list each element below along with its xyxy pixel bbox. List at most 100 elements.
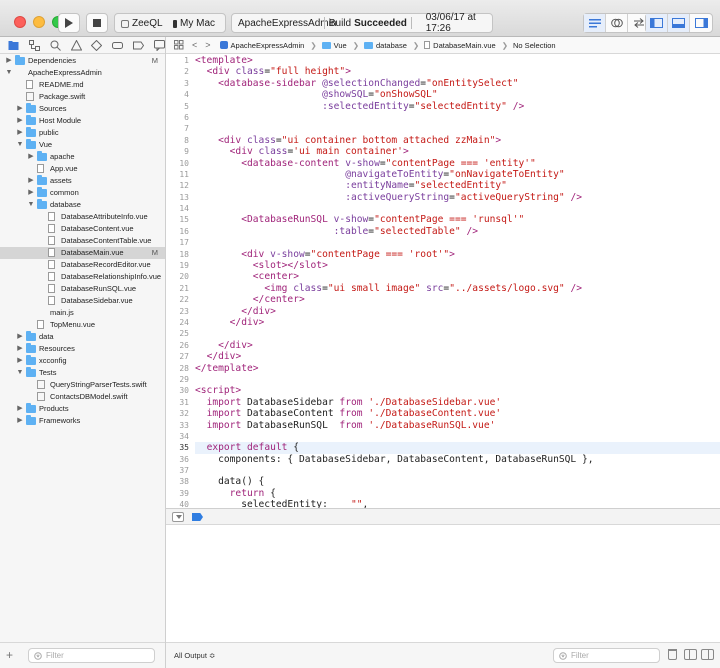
disclosure-closed-icon[interactable]: ▶ xyxy=(5,55,13,67)
tree-item[interactable]: ▶ assets xyxy=(0,175,165,187)
tree-item[interactable]: ▶ data xyxy=(0,331,165,343)
code-line[interactable]: 14 xyxy=(179,203,720,214)
code-line[interactable]: 21 <img class="ui small image" src="../a… xyxy=(179,283,720,294)
toggle-navigator-button[interactable] xyxy=(646,14,668,32)
back-arrow-icon[interactable]: < xyxy=(192,40,197,50)
code-line[interactable]: 38 data() { xyxy=(179,476,720,487)
tab-test-navigator[interactable] xyxy=(91,39,103,51)
tree-item[interactable]: Package.swift xyxy=(0,91,165,103)
tree-item[interactable]: DatabaseRecordEditor.vue xyxy=(0,259,165,271)
disclosure-closed-icon[interactable]: ▶ xyxy=(16,355,24,367)
code-line[interactable]: 35 export default { xyxy=(179,442,720,454)
source-editor[interactable]: 1 <template> 2 <div class="full height"> 3 … xyxy=(166,55,720,508)
hide-debug-area-button[interactable] xyxy=(172,512,184,522)
code-line[interactable]: 24 </div> xyxy=(179,317,720,328)
console-output[interactable] xyxy=(166,525,720,642)
code-line[interactable]: 12 :entityName="selectedEntity" xyxy=(179,180,720,191)
tab-issue-navigator[interactable] xyxy=(70,39,82,51)
disclosure-open-icon[interactable]: ▼ xyxy=(16,139,24,151)
tab-report-navigator[interactable] xyxy=(153,39,165,51)
code-line[interactable]: 18 <div v-show="contentPage === 'root'"> xyxy=(179,249,720,260)
code-line[interactable]: 39 return { xyxy=(179,488,720,499)
disclosure-open-icon[interactable]: ▼ xyxy=(16,367,24,379)
code-line[interactable]: 16 :table="selectedTable" /> xyxy=(179,226,720,237)
tree-item[interactable]: ▶ Frameworks xyxy=(0,415,165,427)
tab-breakpoint-navigator[interactable] xyxy=(132,40,145,51)
tree-item[interactable]: ▶ Host Module xyxy=(0,115,165,127)
variables-view-icon[interactable] xyxy=(684,649,697,660)
code-line[interactable]: 30 <script> xyxy=(179,385,720,396)
tree-item[interactable]: ▼ ApacheExpressAdmin xyxy=(0,67,165,79)
code-line[interactable]: 5 :selectedEntity="selectedEntity" /> xyxy=(184,101,720,112)
forward-arrow-icon[interactable]: > xyxy=(205,40,210,50)
tree-item[interactable]: TopMenu.vue xyxy=(0,319,165,331)
disclosure-closed-icon[interactable]: ▶ xyxy=(16,331,24,343)
code-line[interactable]: 40 selectedEntity: "", xyxy=(179,499,720,508)
code-line[interactable]: 33 import DatabaseRunSQL from './Databas… xyxy=(179,420,720,431)
tree-item[interactable]: ▶ common xyxy=(0,187,165,199)
tree-item[interactable]: QueryStringParserTests.swift xyxy=(0,379,165,391)
code-line[interactable]: 37 xyxy=(179,465,720,476)
code-line[interactable]: 2 <div class="full height"> xyxy=(184,66,720,77)
code-line[interactable]: 9 <div class='ui main container'> xyxy=(184,146,720,157)
tree-item[interactable]: DatabaseSidebar.vue xyxy=(0,295,165,307)
code-line[interactable]: 23 </div> xyxy=(179,306,720,317)
tree-item[interactable]: ▶ apache xyxy=(0,151,165,163)
tab-project-navigator[interactable] xyxy=(8,40,20,51)
tree-item[interactable]: DatabaseRunSQL.vue xyxy=(0,283,165,295)
breadcrumb-item[interactable]: Vue ❯ xyxy=(321,41,359,50)
code-line[interactable]: 1 <template> xyxy=(184,55,720,66)
disclosure-closed-icon[interactable]: ▶ xyxy=(16,127,24,139)
code-line[interactable]: 25 xyxy=(179,328,720,339)
code-line[interactable]: 31 import DatabaseSidebar from './Databa… xyxy=(179,397,720,408)
tree-item[interactable]: ▶ Products xyxy=(0,403,165,415)
tree-item[interactable]: DatabaseMain.vue M xyxy=(0,247,165,259)
tree-item[interactable]: ▶ Sources xyxy=(0,103,165,115)
tab-symbol-navigator[interactable] xyxy=(29,39,41,51)
tree-item[interactable]: DatabaseContent.vue xyxy=(0,223,165,235)
related-items-icon[interactable] xyxy=(174,40,184,50)
tree-item[interactable]: ▼ database xyxy=(0,199,165,211)
code-line[interactable]: 19 <slot></slot> xyxy=(179,260,720,271)
code-line[interactable]: 28 </template> xyxy=(179,363,720,374)
code-line[interactable]: 10 <database-content v-show="contentPage… xyxy=(179,158,720,169)
tree-item[interactable]: main.js xyxy=(0,307,165,319)
navigator-filter-input[interactable]: Filter xyxy=(28,648,155,663)
tree-item[interactable]: ▶ Dependencies M xyxy=(0,55,165,67)
code-line[interactable]: 34 xyxy=(179,431,720,442)
standard-editor-button[interactable] xyxy=(584,14,606,32)
disclosure-closed-icon[interactable]: ▶ xyxy=(16,343,24,355)
code-line[interactable]: 15 <DatabaseRunSQL v-show="contentPage =… xyxy=(179,214,720,225)
code-line[interactable]: 36 components: { DatabaseSidebar, Databa… xyxy=(179,454,720,465)
breadcrumb-item[interactable]: ApacheExpressAdmin ❯ xyxy=(219,41,317,50)
stop-button[interactable] xyxy=(86,13,108,33)
add-file-icon[interactable]: + xyxy=(6,648,13,662)
tree-item[interactable]: ▶ Resources xyxy=(0,343,165,355)
disclosure-closed-icon[interactable]: ▶ xyxy=(16,103,24,115)
output-selector[interactable]: All Output ≎ xyxy=(174,651,215,660)
trash-icon[interactable] xyxy=(668,649,677,660)
tab-debug-navigator[interactable] xyxy=(112,40,124,51)
breadcrumb-item[interactable]: No Selection xyxy=(513,41,556,50)
breadcrumb-item[interactable]: DatabaseMain.vue ❯ xyxy=(424,41,508,50)
disclosure-closed-icon[interactable]: ▶ xyxy=(27,187,35,199)
breakpoints-toggle-icon[interactable] xyxy=(192,513,203,521)
code-line[interactable]: 29 xyxy=(179,374,720,385)
toggle-utilities-button[interactable] xyxy=(690,14,712,32)
console-filter-input[interactable]: Filter xyxy=(553,648,660,663)
code-line[interactable]: 6 xyxy=(184,112,720,123)
disclosure-closed-icon[interactable]: ▶ xyxy=(16,403,24,415)
toggle-debug-area-button[interactable] xyxy=(668,14,690,32)
code-line[interactable]: 4 @showSQL="onShowSQL" xyxy=(184,89,720,100)
breadcrumb-item[interactable]: database ❯ xyxy=(364,41,419,50)
code-line[interactable]: 11 @navigateToEntity="onNavigateToEntity… xyxy=(179,169,720,180)
code-line[interactable]: 20 <center> xyxy=(179,271,720,282)
code-line[interactable]: 27 </div> xyxy=(179,351,720,362)
scheme-selector[interactable]: ZeeQL My Mac xyxy=(114,13,226,33)
tree-item[interactable]: ▼ Tests xyxy=(0,367,165,379)
tree-item[interactable]: ▼ Vue xyxy=(0,139,165,151)
tab-find-navigator[interactable] xyxy=(50,40,62,51)
tree-item[interactable]: ▶ xcconfig xyxy=(0,355,165,367)
tree-item[interactable]: ▶ public xyxy=(0,127,165,139)
console-view-icon[interactable] xyxy=(701,649,714,660)
